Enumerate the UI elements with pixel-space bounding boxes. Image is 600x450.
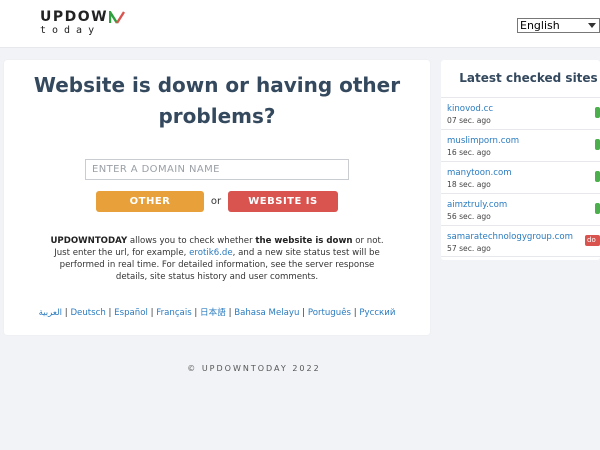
site-link[interactable]: muslimporn.com [447,136,519,147]
status-badge[interactable] [595,107,600,118]
language-separator: | [191,308,201,318]
check-time: 16 sec. ago [447,148,491,157]
language-separator: | [225,308,235,318]
status-badge[interactable] [595,171,600,182]
language-link[interactable]: Français [156,308,191,318]
list-item: kinovod.cc 07 sec. ago [441,97,600,129]
site-link[interactable]: manytoon.com [447,168,512,179]
list-item: samaratechnologygroup.com 57 sec. ago do [441,225,600,257]
domain-input[interactable]: ENTER A DOMAIN NAME [85,159,349,180]
website-down-button[interactable]: WEBSITE IS DOWN [228,191,338,228]
list-item: muslimporn.com 16 sec. ago [441,129,600,161]
check-time: 18 sec. ago [447,180,491,189]
page-title: Website is down or having other problems… [33,73,401,128]
site-link[interactable]: kinovod.cc [447,104,493,115]
chevron-down-icon [588,23,596,28]
list-item: manytoon.com 18 sec. ago [441,161,600,193]
description-brand: UPDOWNTODAY [50,236,128,246]
language-select-value: English [520,19,560,32]
language-separator: | [299,308,308,318]
status-badge[interactable]: do [585,235,600,246]
site-link[interactable]: samaratechnologygroup.com [447,232,573,243]
site-link[interactable]: aimztruly.com [447,200,507,211]
main-card: Website is down or having other problems… [4,60,430,335]
check-time: 56 sec. ago [447,212,491,221]
example-link[interactable]: erotik6.de [189,248,233,258]
latest-checked-card: Latest checked sites kinovod.cc 07 sec. … [441,60,600,260]
other-problems-button[interactable]: OTHER PROBLEMS [96,191,204,228]
footer-copyright: © UPDOWNTODAY 2022 [187,364,321,373]
latest-checked-title: Latest checked sites [459,71,598,85]
language-link[interactable]: العربية [39,308,63,318]
status-badge[interactable] [595,139,600,150]
header: UPDOW today English [0,0,600,48]
language-link[interactable]: 日本語 [200,308,226,318]
language-separator: | [147,308,157,318]
or-label: or [210,196,222,207]
description-bold: the website is down [255,236,353,246]
language-link[interactable]: Русский [359,308,395,318]
status-badge[interactable] [595,203,600,214]
language-link[interactable]: Deutsch [70,308,105,318]
logo-n-icon [109,11,126,24]
description-text-1: allows you to check whether [127,236,256,246]
logo-text: UPDOW [40,9,109,25]
logo-subtitle: today [40,25,101,36]
language-link[interactable]: Bahasa Melayu [234,308,299,318]
logo[interactable]: UPDOW today [40,9,126,37]
language-separator: | [105,308,115,318]
check-time: 57 sec. ago [447,244,491,253]
check-time: 07 sec. ago [447,116,491,125]
domain-input-placeholder: ENTER A DOMAIN NAME [92,164,220,175]
latest-checked-list: kinovod.cc 07 sec. ago muslimporn.com 16… [441,97,600,257]
language-select[interactable]: English [517,18,600,33]
list-item: aimztruly.com 56 sec. ago [441,193,600,225]
language-links: العربية | Deutsch | Español | Français |… [4,307,430,319]
language-link[interactable]: Português [308,308,351,318]
language-link[interactable]: Español [114,308,148,318]
description: UPDOWNTODAY allows you to check whether … [44,235,390,283]
